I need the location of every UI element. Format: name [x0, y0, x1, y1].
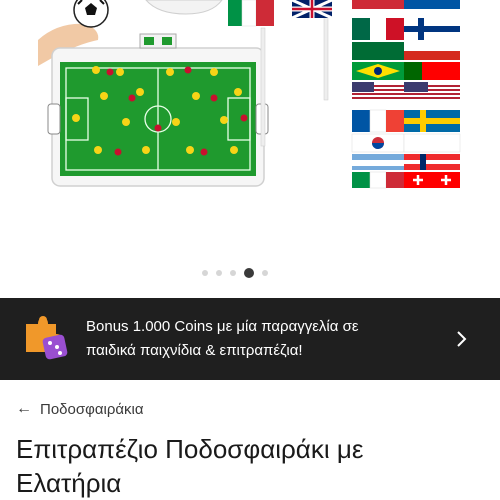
product-title-line1: Επιτραπέζιο Ποδοσφαιράκι με: [16, 434, 364, 464]
product-title-line2: Ελατήρια: [16, 468, 122, 498]
pager-dot[interactable]: [216, 270, 222, 276]
pager-dot-active[interactable]: [244, 268, 254, 278]
image-pager-dots[interactable]: [0, 268, 500, 278]
puzzle-dice-icon: [26, 316, 68, 360]
breadcrumb-back-link[interactable]: ← Ποδοσφαιράκια: [16, 398, 144, 420]
promo-text: Bonus 1.000 Coins με μία παραγγελία σε π…: [86, 315, 426, 363]
arrow-left-icon: ←: [16, 400, 32, 417]
breadcrumb-label: Ποδοσφαιράκια: [40, 400, 144, 418]
promo-banner[interactable]: Bonus 1.000 Coins με μία παραγγελία σε π…: [0, 298, 500, 380]
pager-dot[interactable]: [202, 270, 208, 276]
pager-dot[interactable]: [262, 270, 268, 276]
pager-dot[interactable]: [230, 270, 236, 276]
promo-text-line2: παιδικά παιχνίδια & επιτραπέζια!: [86, 342, 303, 359]
chevron-right-icon[interactable]: [456, 330, 468, 348]
promo-text-line1: Bonus 1.000 Coins με μία παραγγελία σε: [86, 318, 359, 335]
product-image[interactable]: [38, 0, 462, 192]
product-image-gallery[interactable]: [0, 0, 500, 298]
product-title: Επιτραπέζιο Ποδοσφαιράκι με Ελατήρια: [16, 432, 486, 500]
